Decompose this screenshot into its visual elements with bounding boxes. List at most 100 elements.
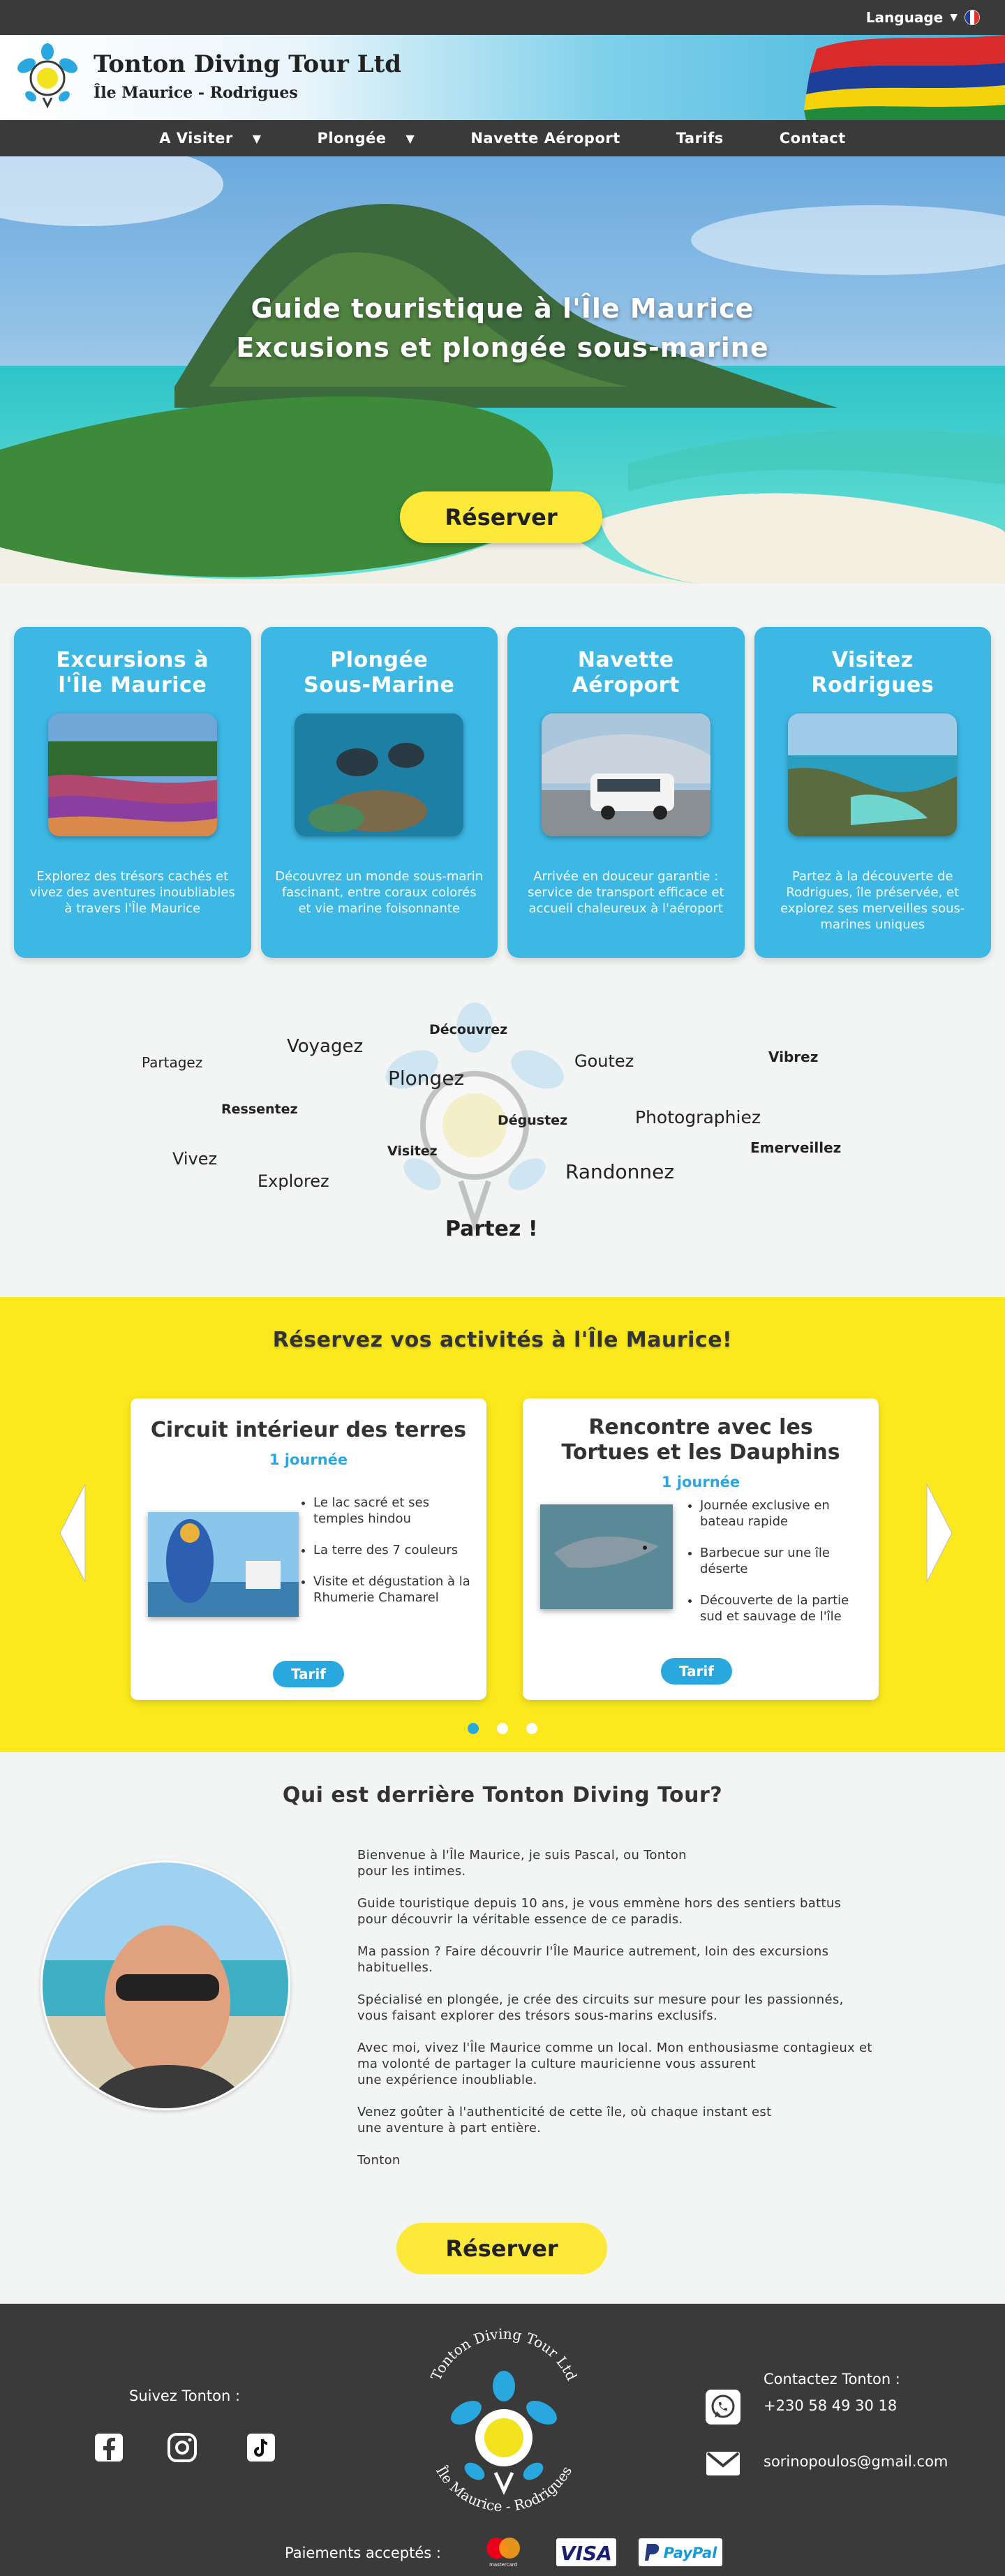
bio-paragraph: Venez goûter à l'authenticité de cette î… bbox=[357, 2105, 772, 2135]
rodrigues-coast-image bbox=[788, 713, 958, 836]
cloud-word: Photographiez bbox=[635, 1107, 761, 1127]
contact-email[interactable]: sorinopoulos@gmail.com bbox=[764, 2453, 948, 2470]
feature-title: Plongée Sous-Marine bbox=[304, 648, 455, 697]
turtle-logo-icon bbox=[17, 43, 77, 109]
hero-title-line: Guide touristique à l'Île Maurice bbox=[251, 293, 754, 324]
activity-title: Rencontre avec les Tortues et les Dauphi… bbox=[561, 1415, 840, 1465]
bio-paragraph: Guide touristique depuis 10 ans, je vous… bbox=[357, 1896, 842, 1927]
feature-text: Découvrez un monde sous-marin fascinant,… bbox=[275, 869, 484, 916]
tiktok-icon[interactable] bbox=[246, 2432, 276, 2463]
carousel-prev-arrow-icon[interactable] bbox=[59, 1484, 87, 1582]
dolphin-image bbox=[540, 1504, 673, 1609]
activity-duration: 1 journée bbox=[269, 1451, 348, 1468]
nav-label: Navette Aéroport bbox=[470, 130, 620, 147]
hero-title-line: Excusions et plongée sous-marine bbox=[236, 332, 769, 363]
about-reserve-button[interactable]: Réserver bbox=[396, 2223, 607, 2274]
brand-title: Tonton Diving Tour Ltd bbox=[94, 50, 402, 78]
feature-title: Visitez Rodrigues bbox=[811, 648, 935, 697]
contact-phone[interactable]: +230 58 49 30 18 bbox=[764, 2397, 897, 2414]
tarif-button[interactable]: Tarif bbox=[273, 1661, 344, 1687]
nav-label: A Visiter bbox=[159, 130, 233, 147]
bio-paragraph: Spécialisé en plongée, je crée des circu… bbox=[357, 1992, 844, 2023]
tarif-button[interactable]: Tarif bbox=[661, 1658, 732, 1685]
whatsapp-icon[interactable] bbox=[705, 2389, 741, 2425]
chevron-down-icon: ▼ bbox=[252, 131, 262, 145]
nav-item-plongee[interactable]: Plongée ▼ bbox=[290, 130, 443, 147]
activity-card-tortues-dauphins[interactable]: Rencontre avec les Tortues et les Dauphi… bbox=[523, 1398, 879, 1700]
cloud-word: Voyagez bbox=[287, 1036, 364, 1057]
feature-title: Navette Aéroport bbox=[572, 648, 680, 697]
page: Language ▼ Tonton Diving Tour Ltd Île Ma… bbox=[0, 0, 1005, 2576]
cloud-word: Partagez bbox=[142, 1054, 203, 1071]
feature-card-rodrigues[interactable]: Visitez Rodrigues Partez à la découverte… bbox=[754, 627, 991, 958]
nav-item-contact[interactable]: Contact bbox=[752, 130, 874, 147]
activity-duration: 1 journée bbox=[661, 1474, 740, 1490]
activity-title: Circuit intérieur des terres bbox=[150, 1418, 467, 1442]
mauritius-flag-icon bbox=[804, 35, 1005, 120]
carousel-dot[interactable] bbox=[468, 1723, 479, 1734]
cloud-word: Plongez bbox=[388, 1067, 465, 1090]
footer-turtle-logo-icon[interactable]: Tonton Diving Tour Ltd Île Maurice - Rod… bbox=[413, 2325, 595, 2527]
feature-card-excursions[interactable]: Excursions à l'Île Maurice Explorez des … bbox=[14, 627, 251, 958]
nav-label: Contact bbox=[779, 130, 846, 147]
activity-card-circuit[interactable]: Circuit intérieur des terres 1 journée L… bbox=[131, 1398, 486, 1700]
cloud-word: Vibrez bbox=[768, 1049, 819, 1065]
nav-label: Tarifs bbox=[676, 130, 724, 147]
hero-reserve-button[interactable]: Réserver bbox=[400, 491, 602, 543]
activities-section: Réservez vos activités à l'Île Maurice! … bbox=[0, 1297, 1005, 1752]
carousel-dot[interactable] bbox=[526, 1723, 537, 1734]
airport-shuttle-image bbox=[541, 713, 710, 836]
guide-portrait-image bbox=[40, 1860, 290, 2110]
language-selector[interactable]: Language ▼ bbox=[866, 9, 980, 26]
instagram-icon[interactable] bbox=[167, 2432, 198, 2463]
feature-title: Excursions à l'Île Maurice bbox=[56, 648, 209, 697]
cloud-word: Goutez bbox=[574, 1051, 634, 1071]
carousel-dot[interactable] bbox=[497, 1723, 508, 1734]
hero-title: Guide touristique à l'Île Maurice Excusi… bbox=[0, 289, 1005, 367]
feature-card-navette[interactable]: Navette Aéroport Arrivée en douceur gara… bbox=[507, 627, 745, 958]
activity-highlight: Visite et dégustation à la Rhumerie Cham… bbox=[313, 1574, 472, 1606]
carousel-next-arrow-icon[interactable] bbox=[925, 1484, 953, 1582]
follow-label: Suivez Tonton : bbox=[129, 2388, 241, 2404]
site-footer: Suivez Tonton : Tonton Diving Tour Ltd Î… bbox=[0, 2304, 1005, 2576]
cloud-word: Emerveillez bbox=[750, 1139, 842, 1156]
nav-item-a-visiter[interactable]: A Visiter ▼ bbox=[131, 130, 289, 147]
bio-paragraph: Bienvenue à l'Île Maurice, je suis Pasca… bbox=[357, 1848, 687, 1879]
activity-highlight: Barbecue sur une île déserte bbox=[700, 1545, 852, 1577]
feature-cards: Excursions à l'Île Maurice Explorez des … bbox=[0, 584, 1005, 963]
cloud-word: Ressentez bbox=[221, 1102, 298, 1117]
chevron-down-icon: ▼ bbox=[950, 12, 958, 23]
activity-highlight: Le lac sacré et ses temples hindou bbox=[313, 1495, 472, 1527]
hero-banner: Guide touristique à l'Île Maurice Excusi… bbox=[0, 156, 1005, 584]
contact-label: Contactez Tonton : bbox=[764, 2371, 900, 2388]
activity-highlight: Journée exclusive en bateau rapide bbox=[700, 1497, 852, 1530]
activity-highlight: Découverte de la partie sud et sauvage d… bbox=[700, 1592, 852, 1624]
nav-item-navette-aeroport[interactable]: Navette Aéroport bbox=[442, 130, 648, 147]
mastercard-logo-icon: mastercard bbox=[486, 2538, 520, 2568]
cloud-word: Explorez bbox=[258, 1171, 329, 1191]
nav-label: Plongée bbox=[317, 130, 387, 147]
visa-logo-icon: VISA bbox=[556, 2538, 616, 2566]
feature-card-plongee[interactable]: Plongée Sous-Marine Découvrez un monde s… bbox=[260, 627, 498, 958]
feature-text: Explorez des trésors cachés et vivez des… bbox=[29, 869, 235, 916]
activity-highlights: Le lac sacré et ses temples hindou La te… bbox=[298, 1495, 472, 1621]
bio-paragraph: Avec moi, vivez l'Île Maurice comme un l… bbox=[357, 2041, 872, 2087]
main-nav: A Visiter ▼ Plongée ▼ Navette Aéroport T… bbox=[0, 120, 1005, 156]
feature-text: Partez à la découverte de Rodrigues, île… bbox=[780, 869, 965, 932]
email-icon[interactable] bbox=[705, 2445, 741, 2481]
chevron-down-icon: ▼ bbox=[405, 131, 415, 145]
facebook-icon[interactable] bbox=[94, 2432, 124, 2463]
french-flag-icon bbox=[965, 10, 980, 25]
activities-heading: Réservez vos activités à l'Île Maurice! bbox=[272, 1328, 733, 1352]
site-logo[interactable]: Tonton Diving Tour Ltd Île Maurice - Rod… bbox=[15, 42, 401, 110]
feature-text: Arrivée en douceur garantie : service de… bbox=[527, 869, 724, 916]
cloud-word: Visitez bbox=[387, 1143, 438, 1159]
hindu-temple-image bbox=[148, 1512, 299, 1617]
brand-subtitle: Île Maurice - Rodrigues bbox=[94, 84, 298, 102]
cloud-word: Dégustez bbox=[498, 1113, 568, 1128]
nav-item-tarifs[interactable]: Tarifs bbox=[648, 130, 752, 147]
activity-highlight: La terre des 7 couleurs bbox=[313, 1542, 472, 1558]
about-section: Qui est derrière Tonton Diving Tour? Bie… bbox=[0, 1752, 1005, 2304]
bio-signature: Tonton bbox=[357, 2153, 401, 2168]
scuba-divers-image bbox=[295, 713, 464, 836]
